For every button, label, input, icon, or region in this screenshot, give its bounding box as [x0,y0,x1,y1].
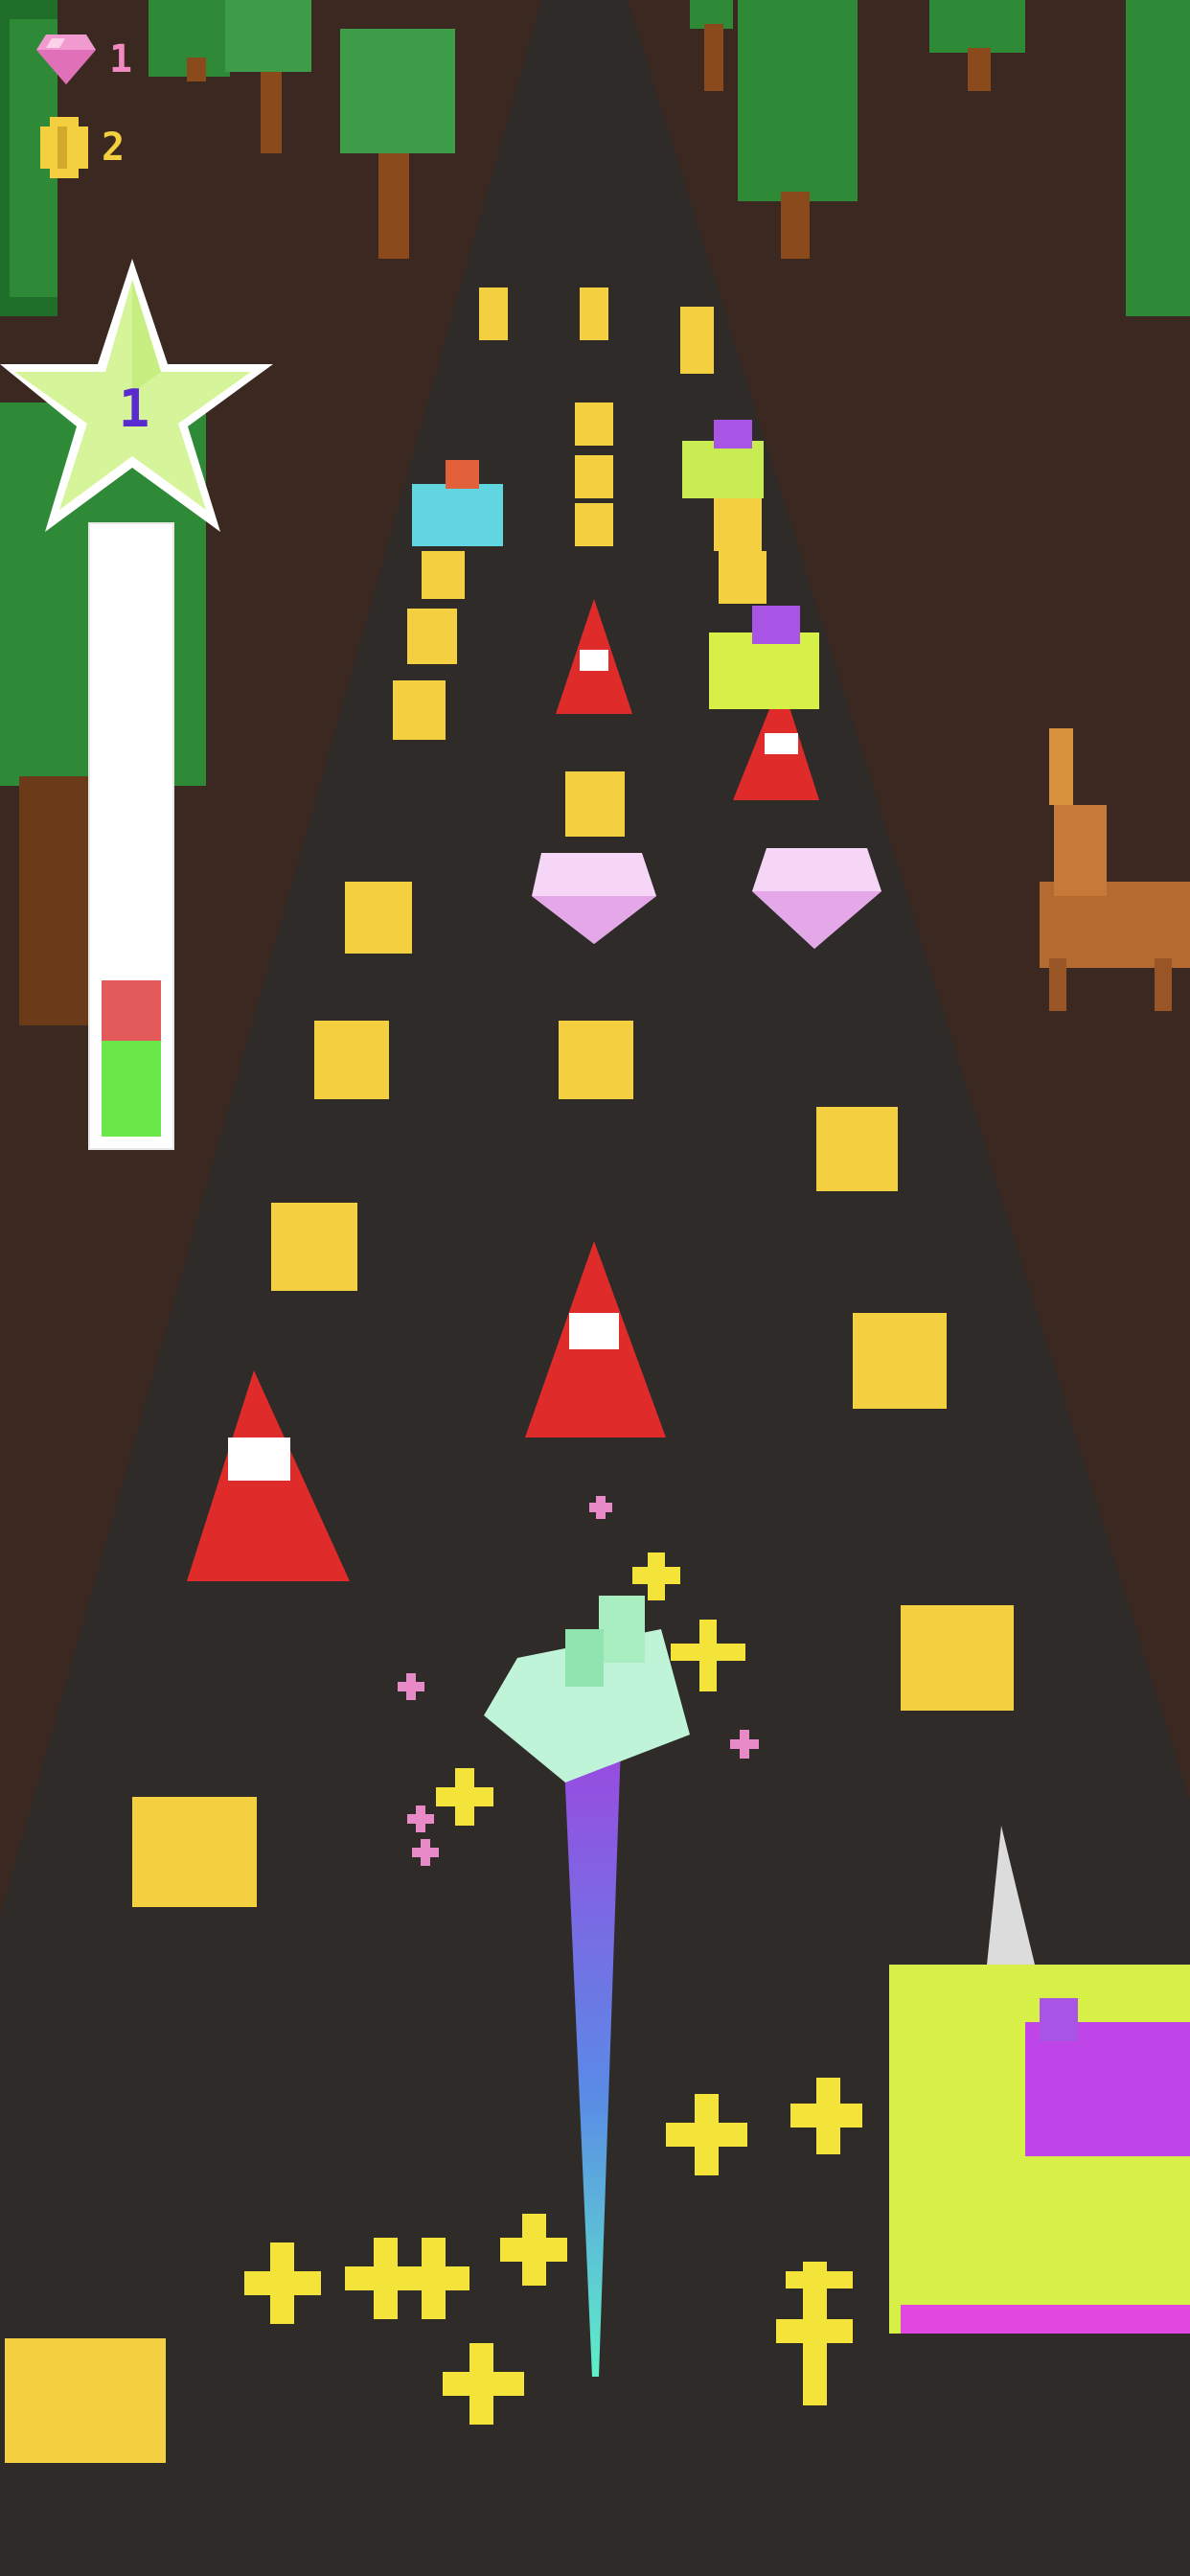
coin [680,307,714,374]
coin [5,2338,166,2463]
game-stage[interactable]: 1 2 1 [0,0,1190,2576]
coin [314,1021,389,1099]
coin [479,288,508,340]
coin [422,551,465,599]
coin [575,455,613,498]
coin [714,498,762,551]
coin [393,680,446,740]
coin [853,1313,947,1409]
coin [132,1797,257,1907]
level-progress-bar [88,522,174,1150]
tree [1126,0,1190,316]
coin [580,288,608,340]
coin [719,551,767,604]
coin [901,1605,1014,1711]
coin [575,402,613,446]
coin [565,771,625,837]
coin [816,1107,898,1191]
coin [271,1203,357,1291]
pink-diamond-icon [36,34,96,84]
gem-count: 1 [109,37,133,81]
progress-fill-green [102,1041,161,1137]
coin [559,1021,633,1099]
gem-counter: 1 [36,34,132,84]
coin [345,882,412,954]
gold-coin-icon [40,117,88,178]
coin [407,609,457,664]
tree [149,0,230,81]
coin [575,503,613,546]
coin-counter: 2 [40,117,125,178]
progress-fill-red [102,980,161,1041]
coin-count: 2 [102,126,126,170]
level-number: 1 [118,379,150,439]
